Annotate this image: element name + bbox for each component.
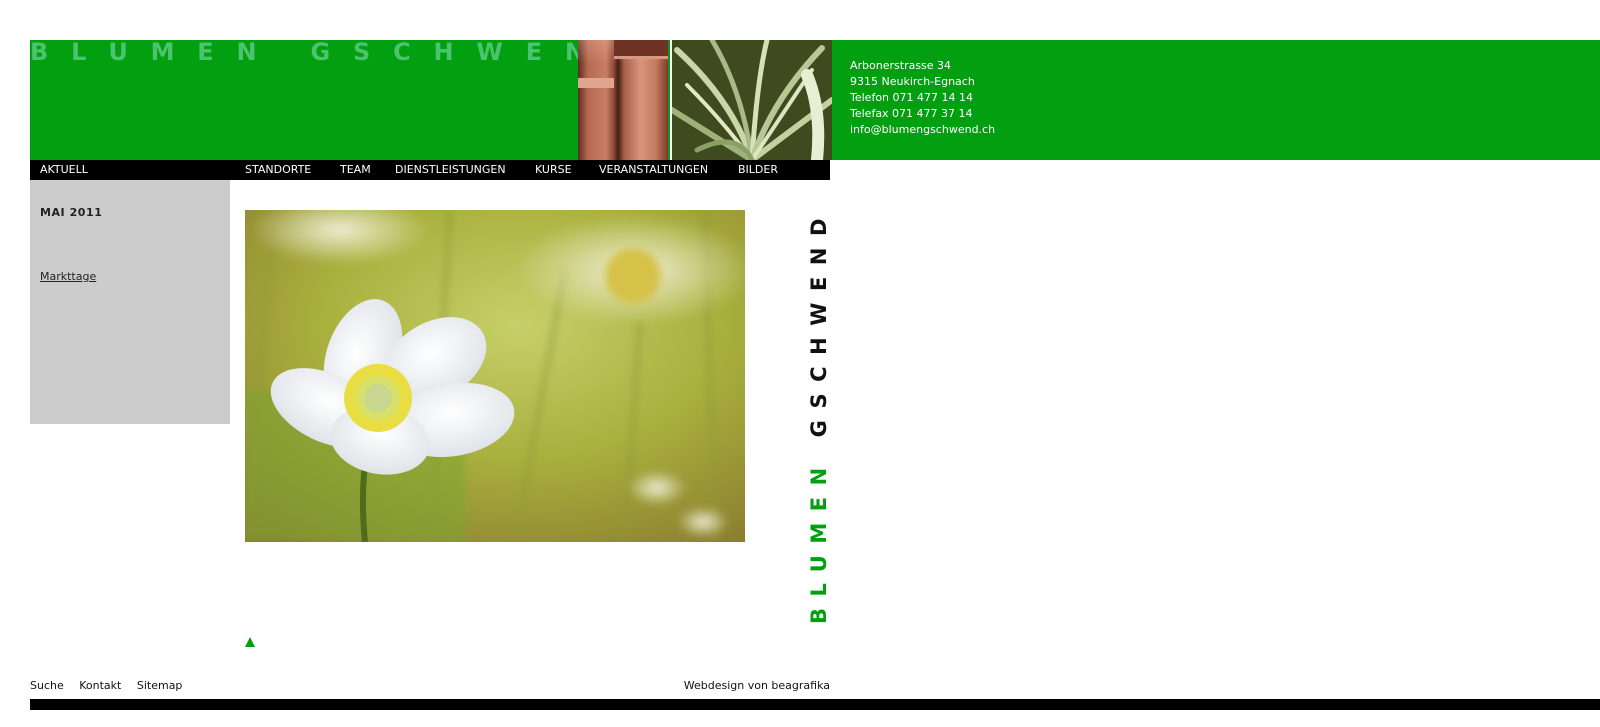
nav-item-team[interactable]: TEAM [340,160,371,180]
nav-item-aktuell[interactable]: AKTUELL [40,160,88,185]
nav-item-kurse[interactable]: KURSE [535,160,572,180]
contact-city: 9315 Neukirch-Egnach [850,75,975,88]
footer-bar [30,699,1600,710]
nav-item-veranstaltungen[interactable]: VERANSTALTUNGEN [599,160,708,180]
webdesign-credit[interactable]: Webdesign von beagrafika [678,679,830,692]
nav-item-bilder[interactable]: BILDER [738,160,778,180]
sidebar-link-markttage[interactable]: Markttage [40,270,96,283]
nav-item-standorte[interactable]: STANDORTE [245,160,311,180]
sidebar-date-heading: MAI 2011 [40,206,103,219]
contact-phone: Telefon 071 477 14 14 [850,91,973,104]
footer-link-kontakt[interactable]: Kontakt [79,679,121,692]
contact-block: Arbonerstrasse 34 9315 Neukirch-Egnach T… [850,58,995,138]
triangle-up-icon[interactable] [245,637,255,647]
footer-links: Suche Kontakt Sitemap [30,679,194,692]
nav-item-dienstleistungen[interactable]: DIENSTLEISTUNGEN [395,160,506,180]
contact-email[interactable]: info@blumengschwend.ch [850,122,995,138]
site-logo[interactable]: BLUMEN GSCHWEND [30,38,651,66]
sidebar: MAI 2011 Markttage [30,180,230,424]
contact-street: Arbonerstrasse 34 [850,59,952,72]
header-photo-pots [578,40,668,160]
vertical-logo: BLUMEN GSCHWEND [807,197,831,624]
main-flower-photo [245,210,745,542]
main-nav: AKTUELL STANDORTE TEAM DIENSTLEISTUNGEN … [30,160,830,185]
vertical-logo-gschwend: GSCHWEND [807,207,831,438]
footer-link-suche[interactable]: Suche [30,679,64,692]
vertical-logo-blumen: BLUMEN [807,456,831,624]
header-photo-agave [670,40,832,160]
contact-fax: Telefax 071 477 37 14 [850,107,973,120]
footer-link-sitemap[interactable]: Sitemap [137,679,183,692]
